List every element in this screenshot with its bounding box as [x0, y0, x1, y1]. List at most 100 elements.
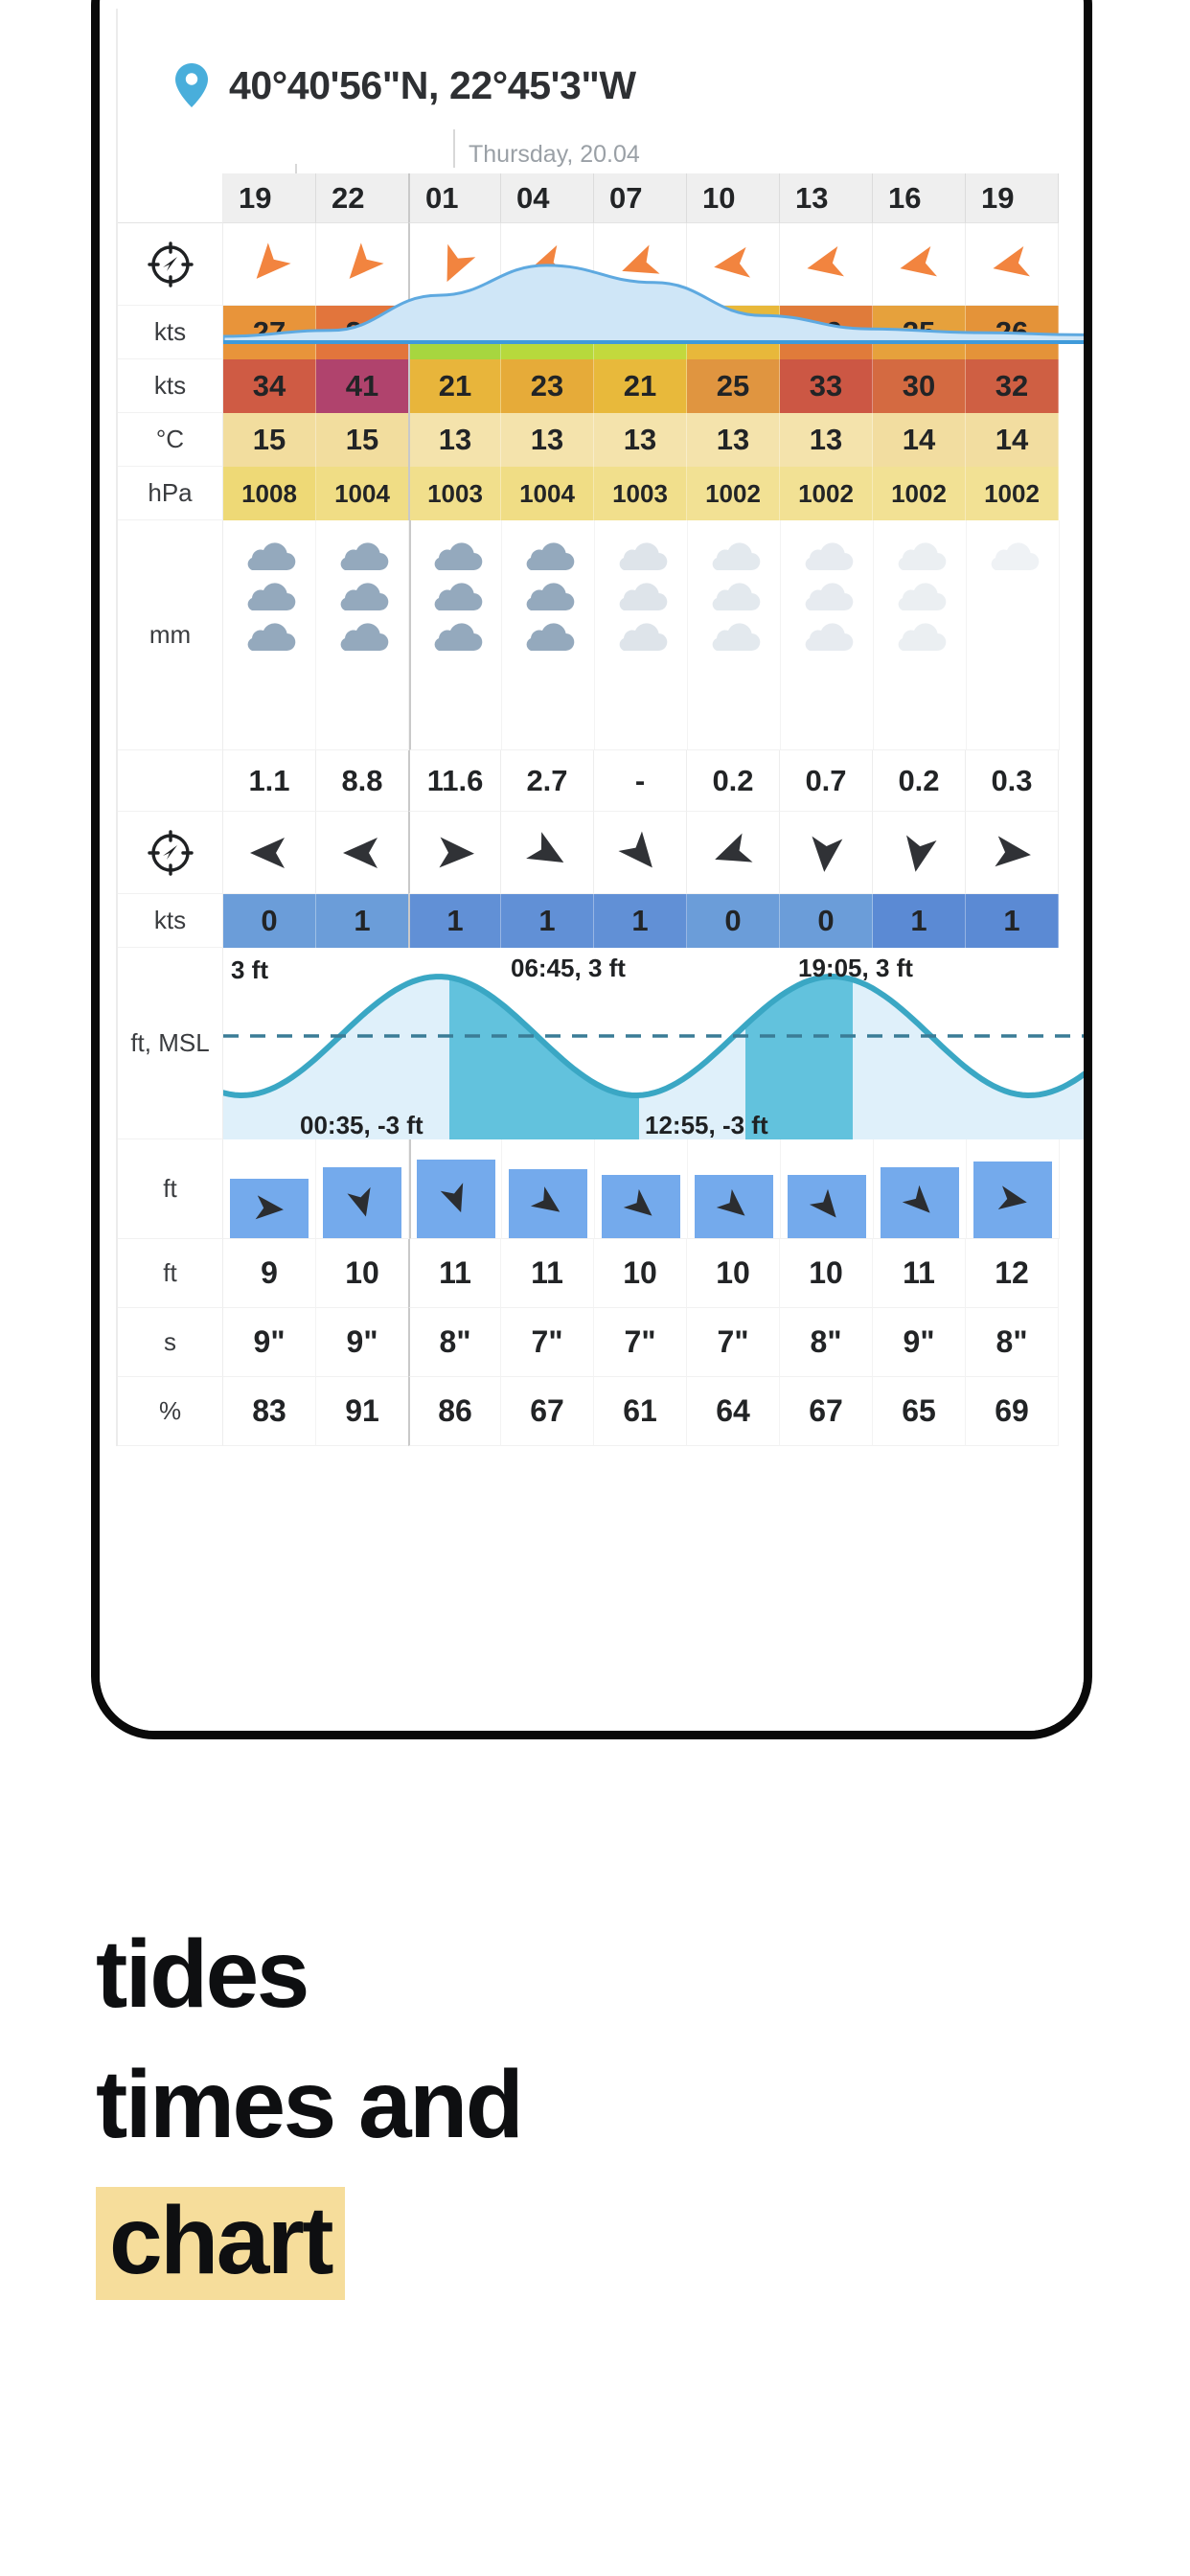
wave-height-cell: 11: [408, 1239, 501, 1308]
current-compass-icon: [118, 812, 223, 894]
hour-cell: 19: [966, 173, 1059, 223]
wave-percent-unit: %: [118, 1377, 223, 1446]
wave-direction-cell: [874, 1139, 967, 1239]
wind-direction-row: [118, 223, 1084, 306]
hour-cell: 01: [408, 173, 501, 223]
wind-speed-cell: 27: [223, 306, 316, 359]
wave-percent-row: % 83 91 86 67 61 64 67 65 69: [118, 1377, 1084, 1446]
cloud-icon: [619, 583, 668, 611]
cloud-icon: [247, 623, 296, 652]
wave-height-cell: 10: [687, 1239, 780, 1308]
current-speed-row: kts 011110011: [118, 894, 1084, 948]
wave-direction-cell: [409, 1139, 502, 1239]
wave-dir-unit: ft: [118, 1139, 223, 1239]
current-speed-cell: 1: [501, 894, 594, 948]
wave-height-cell: 9: [223, 1239, 316, 1308]
cloud-icon: [340, 583, 389, 611]
temperature-cell: 13: [594, 413, 687, 467]
cloud-cover-cell: [502, 520, 595, 750]
map-pin-icon: [175, 63, 208, 107]
hour-cell: 10: [687, 173, 780, 223]
tide-chart[interactable]: 3 ft 06:45, 3 ft 00:35, -3 ft 12:55, -3 ft 1…: [223, 948, 1084, 1139]
wave-percent-cell: 91: [316, 1377, 409, 1446]
current-direction-row: [118, 812, 1084, 894]
wave-period-cell: 7": [687, 1308, 780, 1377]
wind-speed-cell: 17: [501, 306, 594, 359]
wind-gust-cell: 32: [966, 359, 1059, 413]
wind-gust-cell: 34: [223, 359, 316, 413]
marketing-copy: tides times and chart: [96, 1926, 1054, 2334]
precipitation-row: 1.1 8.8 11.6 2.7-0.2 0.7 0.2 0.3: [118, 750, 1084, 812]
cloud-icon: [434, 583, 483, 611]
temperature-row: °C 15 15 13 13 13 13 13 14 14: [118, 413, 1084, 467]
current-speed-cell: 1: [873, 894, 966, 948]
wave-direction-bar: [230, 1179, 309, 1238]
wave-percent-cell: 69: [966, 1377, 1059, 1446]
cloud-icon: [805, 542, 854, 571]
direction-arrow-icon: [687, 223, 780, 306]
precipitation-cell: 8.8: [316, 750, 409, 812]
direction-arrow-icon: [501, 812, 594, 894]
cloud-icon: [526, 583, 575, 611]
hour-header-row: 19 22 01 04 07 10 13 16 19: [118, 173, 1084, 223]
hour-cell: 07: [594, 173, 687, 223]
current-speed-cell: 1: [408, 894, 501, 948]
direction-arrow-icon: [408, 223, 501, 306]
cloud-cover-row: mm: [118, 264, 1084, 750]
wind-gust-cell: 23: [501, 359, 594, 413]
pressure-cell: 1008: [223, 467, 316, 520]
temperature-cell: 13: [501, 413, 594, 467]
precipitation-cell: -: [594, 750, 687, 812]
wind-speed-cell: 21: [687, 306, 780, 359]
hour-cell: 13: [780, 173, 873, 223]
cloud-cover-cell: [409, 520, 502, 750]
day-row-label-spacer: [118, 114, 223, 173]
cloud-cover-cell: [967, 520, 1060, 750]
cloud-icon: [247, 583, 296, 611]
wave-direction-row: ft: [118, 1139, 1084, 1239]
direction-arrow-icon: [966, 223, 1059, 306]
direction-arrow-icon: [501, 223, 594, 306]
wave-period-cell: 8": [408, 1308, 501, 1377]
precipitation-cell: 11.6: [408, 750, 501, 812]
tide-label: 06:45, 3 ft: [511, 954, 626, 982]
direction-arrow-icon: [780, 223, 873, 306]
wind-speed-cell: 29: [780, 306, 873, 359]
wave-period-cell: 7": [501, 1308, 594, 1377]
direction-arrow-icon: [316, 812, 409, 894]
wave-height-cell: 10: [316, 1239, 409, 1308]
wind-compass-icon: [118, 223, 223, 306]
pressure-cell: 1002: [687, 467, 780, 520]
current-speed-cell: 0: [223, 894, 316, 948]
wave-direction-cell: [781, 1139, 874, 1239]
direction-arrow-icon: [594, 812, 687, 894]
temperature-cell: 14: [873, 413, 966, 467]
wave-percent-cell: 64: [687, 1377, 780, 1446]
cloud-icon: [898, 623, 947, 652]
tide-label: 19:05, 3 ft: [798, 954, 913, 982]
cloud-cover-cell: [316, 520, 409, 750]
wave-percent-cell: 67: [501, 1377, 594, 1446]
cloud-icon: [991, 542, 1040, 571]
pressure-cell: 1002: [966, 467, 1059, 520]
wave-period-cell: 9": [316, 1308, 409, 1377]
tide-label: 00:35, -3 ft: [300, 1111, 423, 1139]
forecast-table: Thursday, 20.04 19 22 01 04 07 10 13 16 19: [116, 114, 1084, 1446]
direction-arrow-icon: [873, 812, 966, 894]
hour-cell: 19: [223, 173, 316, 223]
wave-period-cell: 8": [966, 1308, 1059, 1377]
wave-direction-cell: [223, 1139, 316, 1239]
hour-row-label: [118, 173, 223, 223]
tide-unit: ft, MSL: [118, 948, 223, 1139]
wave-height-cell: 11: [873, 1239, 966, 1308]
wave-percent-cell: 67: [780, 1377, 873, 1446]
wave-height-cell: 12: [966, 1239, 1059, 1308]
wave-height-cell: 11: [501, 1239, 594, 1308]
wind-gust-cell: 30: [873, 359, 966, 413]
wave-direction-bar: [417, 1160, 495, 1238]
wave-direction-cell: [502, 1139, 595, 1239]
cloud-icon: [434, 623, 483, 652]
pressure-row: hPa 1008 1004 1003 1004 1003 1002 1002 1002 1002: [118, 467, 1084, 520]
temperature-cell: 13: [408, 413, 501, 467]
direction-arrow-icon: [687, 812, 780, 894]
